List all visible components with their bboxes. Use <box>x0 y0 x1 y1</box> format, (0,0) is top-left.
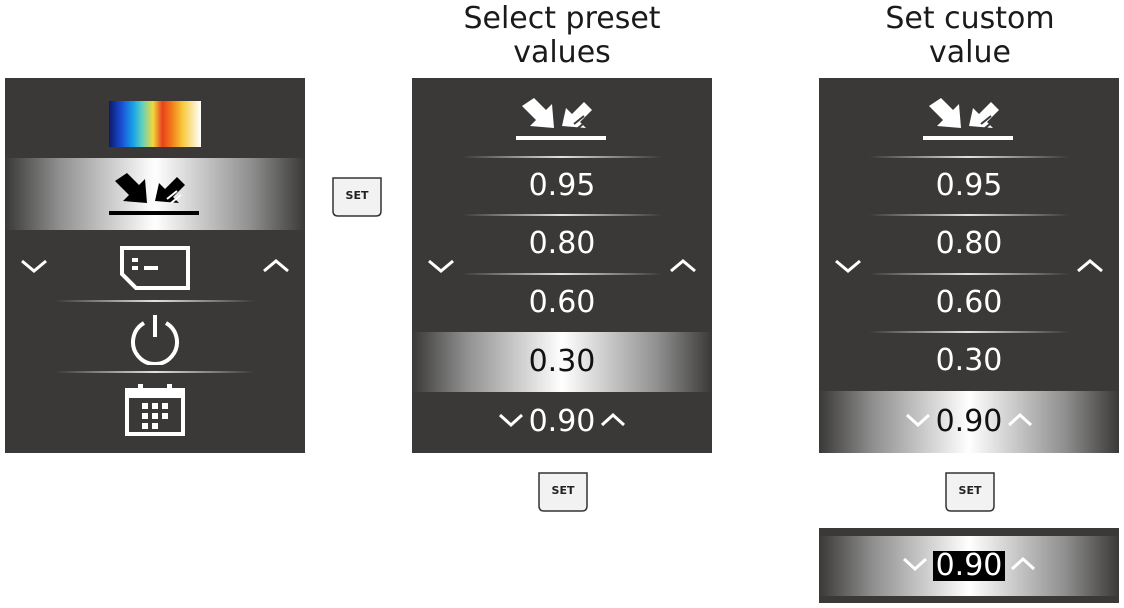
preset-value: 0.95 <box>528 168 596 203</box>
chevron-down-icon[interactable] <box>426 256 456 276</box>
preset-value-row[interactable]: 0.60 <box>819 275 1119 331</box>
menu-item-palette[interactable] <box>5 94 305 154</box>
chevron-up-icon[interactable] <box>668 256 698 276</box>
set-button[interactable]: SET <box>536 470 590 514</box>
custom-screen: 0.95 0.80 0.60 0.30 0.90 <box>819 78 1119 453</box>
preset-value-row[interactable]: 0.30 <box>819 333 1119 389</box>
menu-item-calendar[interactable] <box>5 378 305 442</box>
preset-value-row-selected[interactable]: 0.30 <box>412 332 712 392</box>
set-button[interactable]: SET <box>943 470 997 514</box>
preset-value: 0.95 <box>935 168 1003 203</box>
edit-value[interactable]: 0.90 <box>932 551 1006 581</box>
edit-strip: 0.90 <box>819 528 1119 603</box>
heading-set-custom: Set custom value <box>885 1 1055 70</box>
preset-value: 0.80 <box>528 226 596 261</box>
chevron-down-icon[interactable] <box>904 411 932 433</box>
chevron-up-icon[interactable] <box>1009 555 1037 577</box>
emissivity-icon <box>514 94 610 144</box>
preset-value: 0.30 <box>528 344 596 379</box>
set-button[interactable]: SET <box>330 175 384 219</box>
chevron-up-icon[interactable] <box>261 256 291 276</box>
chevron-down-icon[interactable] <box>833 256 863 276</box>
chevron-up-icon[interactable] <box>1006 411 1034 433</box>
preset-value-row[interactable]: 0.95 <box>819 158 1119 214</box>
emissivity-icon <box>107 169 203 219</box>
chevron-down-icon[interactable] <box>497 411 525 433</box>
custom-value-row[interactable]: 0.90 <box>412 394 712 450</box>
heading-select-preset: Select preset values <box>463 1 661 70</box>
chevron-up-icon[interactable] <box>1075 256 1105 276</box>
custom-value: 0.90 <box>935 404 1003 439</box>
calendar-icon <box>124 383 186 437</box>
preset-value-row[interactable]: 0.80 <box>819 216 1119 272</box>
edit-value-row[interactable]: 0.90 <box>819 536 1119 596</box>
preset-value: 0.60 <box>935 285 1003 320</box>
sd-card-icon <box>118 242 192 292</box>
custom-value-row-selected[interactable]: 0.90 <box>819 391 1119 453</box>
emissivity-icon <box>921 94 1017 144</box>
main-menu-screen <box>5 78 305 453</box>
set-button-label: SET <box>551 483 575 497</box>
chevron-down-icon[interactable] <box>901 555 929 577</box>
custom-value: 0.90 <box>528 404 596 439</box>
palette-icon <box>109 101 201 147</box>
preset-value: 0.80 <box>935 226 1003 261</box>
preset-value-row[interactable]: 0.80 <box>412 216 712 272</box>
preset-value: 0.30 <box>935 343 1003 378</box>
set-button-label: SET <box>958 483 982 497</box>
preset-header <box>412 88 712 150</box>
preset-value-row[interactable]: 0.95 <box>412 158 712 214</box>
menu-item-power[interactable] <box>5 306 305 370</box>
preset-screen: 0.95 0.80 0.60 0.30 0.90 <box>412 78 712 453</box>
custom-header <box>819 88 1119 150</box>
preset-value-row[interactable]: 0.60 <box>412 275 712 331</box>
menu-item-emissivity[interactable] <box>5 158 305 230</box>
menu-item-sd-card[interactable] <box>5 234 305 300</box>
power-icon <box>128 311 182 365</box>
chevron-down-icon[interactable] <box>19 256 49 276</box>
set-button-label: SET <box>345 188 369 202</box>
preset-value: 0.60 <box>528 285 596 320</box>
chevron-up-icon[interactable] <box>599 411 627 433</box>
